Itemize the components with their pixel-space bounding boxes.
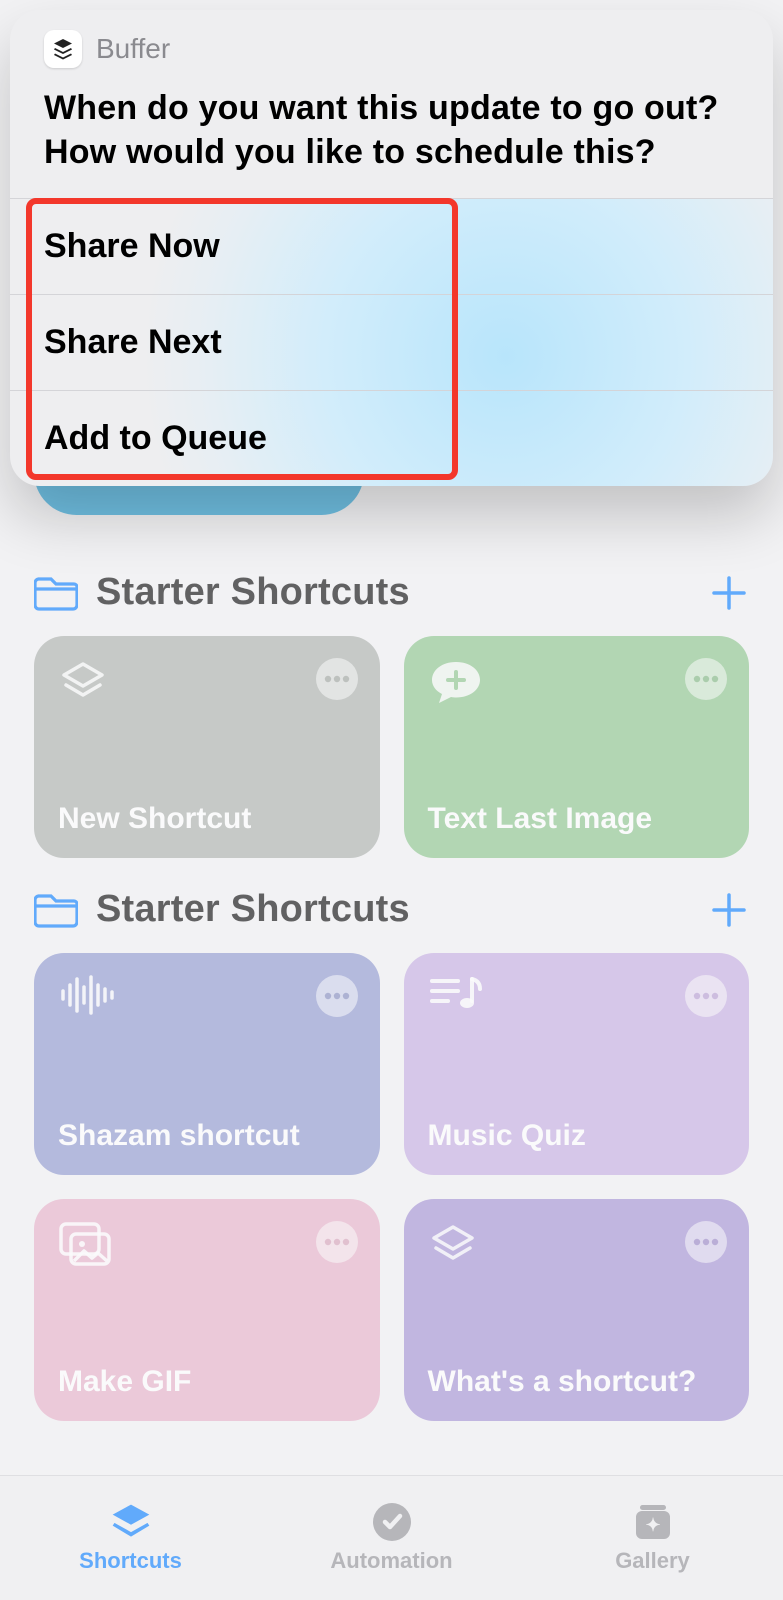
folder-header[interactable]: Starter Shortcuts (34, 571, 749, 614)
sheet-app-name: Buffer (96, 33, 170, 65)
shortcut-card[interactable]: Shazam shortcut (34, 953, 380, 1175)
shortcut-card[interactable]: Make GIF (34, 1199, 380, 1421)
sheet-app-row: Buffer (44, 30, 739, 68)
tab-automation[interactable]: Automation (261, 1476, 522, 1600)
automation-tab-icon (370, 1502, 414, 1542)
tab-label: Automation (330, 1548, 452, 1574)
tab-label: Gallery (615, 1548, 690, 1574)
shortcuts-tab-icon (109, 1502, 153, 1542)
tab-label: Shortcuts (79, 1548, 182, 1574)
shortcut-card[interactable]: New Shortcut (34, 636, 380, 858)
card-label: Shazam shortcut (58, 1119, 356, 1153)
tab-shortcuts[interactable]: Shortcuts (0, 1476, 261, 1600)
folder-section-2: Starter Shortcuts Shazam shortcut (0, 888, 783, 1421)
sheet-title: When do you want this update to go out? … (44, 86, 739, 174)
shortcut-card[interactable]: Text Last Image (404, 636, 750, 858)
sheet-options: Share Now Share Next Add to Queue (10, 198, 773, 486)
folder-icon (34, 575, 78, 611)
option-add-to-queue[interactable]: Add to Queue (10, 390, 773, 486)
chat-plus-icon (428, 658, 726, 708)
card-label: New Shortcut (58, 802, 356, 836)
add-shortcut-button[interactable] (709, 890, 749, 930)
card-label: What's a shortcut? (428, 1365, 726, 1399)
shortcut-card[interactable]: What's a shortcut? (404, 1199, 750, 1421)
buffer-schedule-sheet: Buffer When do you want this update to g… (10, 10, 773, 486)
folder-section-1: Starter Shortcuts New Shortcut (0, 571, 783, 858)
card-label: Make GIF (58, 1365, 356, 1399)
card-label: Music Quiz (428, 1119, 726, 1153)
card-more-button[interactable] (316, 658, 358, 700)
waveform-icon (58, 975, 356, 1015)
svg-text:✦: ✦ (645, 1515, 660, 1535)
card-more-button[interactable] (685, 975, 727, 1017)
option-share-next[interactable]: Share Next (10, 294, 773, 390)
sheet-header: Buffer When do you want this update to g… (10, 10, 773, 198)
shortcut-card[interactable]: Music Quiz (404, 953, 750, 1175)
folder-title: Starter Shortcuts (96, 571, 709, 614)
option-share-now[interactable]: Share Now (10, 198, 773, 294)
music-list-icon (428, 975, 726, 1017)
tab-gallery[interactable]: ✦ Gallery (522, 1476, 783, 1600)
card-more-button[interactable] (685, 658, 727, 700)
layers-icon (428, 1221, 726, 1271)
folder-header[interactable]: Starter Shortcuts (34, 888, 749, 931)
card-label: Text Last Image (428, 802, 726, 836)
card-more-button[interactable] (316, 975, 358, 1017)
buffer-app-icon (44, 30, 82, 68)
folder-icon (34, 892, 78, 928)
add-shortcut-button[interactable] (709, 573, 749, 613)
gallery-tab-icon: ✦ (631, 1502, 675, 1542)
layers-icon (58, 658, 356, 708)
card-more-button[interactable] (316, 1221, 358, 1263)
tab-bar: Shortcuts Automation ✦ Gallery (0, 1475, 783, 1600)
card-more-button[interactable] (685, 1221, 727, 1263)
photos-icon (58, 1221, 356, 1269)
folder-title: Starter Shortcuts (96, 888, 709, 931)
